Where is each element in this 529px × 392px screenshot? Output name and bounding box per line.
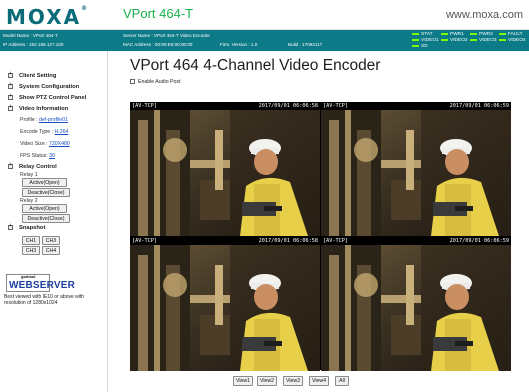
led-pwr1: PWR1 bbox=[441, 32, 464, 37]
led-stat: STAT bbox=[412, 32, 433, 37]
video-frame-image bbox=[321, 245, 511, 371]
encode-type-link[interactable]: H.264 bbox=[55, 129, 69, 135]
website-link[interactable]: www.moxa.com bbox=[446, 9, 523, 21]
stream-tag: [AV-TCP] bbox=[132, 103, 157, 109]
moxa-logo[interactable]: MOXA® bbox=[6, 5, 87, 29]
video-size-info: Video Size : 720X480 bbox=[20, 141, 70, 147]
server-name: Server Name : VPort 464-T Video Encoder bbox=[123, 33, 210, 38]
expand-icon bbox=[8, 82, 13, 89]
expand-icon bbox=[8, 93, 13, 100]
ip-address: IP Address : 192.168.127.100 bbox=[3, 42, 64, 47]
stream-tag: [AV-TCP] bbox=[323, 103, 348, 109]
build-number: Build : 17083117 bbox=[288, 42, 323, 47]
product-title: VPort 464-T bbox=[123, 6, 194, 21]
relay2-deactive-button[interactable]: Deactive(Close) bbox=[22, 214, 70, 223]
browser-note: Best viewed with IE10 or above with reso… bbox=[4, 294, 85, 306]
expand-icon bbox=[8, 71, 13, 78]
expand-icon bbox=[8, 162, 13, 169]
expand-icon bbox=[8, 223, 13, 230]
sidebar-item-system-configuration[interactable]: System Configuration bbox=[8, 82, 79, 90]
sidebar-item-video-information[interactable]: Video Information bbox=[8, 104, 68, 112]
led-indicator-icon bbox=[499, 32, 506, 35]
stream-timestamp: 2017/09/01 06:06:58 bbox=[258, 103, 318, 109]
stream-tag: [AV-TCP] bbox=[132, 238, 157, 244]
logo-registered-mark: ® bbox=[81, 5, 88, 12]
video-grid: [AV-TCP] 2017/09/01 06:06:58 [AV-TCP] 2017… bbox=[130, 102, 511, 371]
stream-tag: [AV-TCP] bbox=[323, 238, 348, 244]
enable-audio-option[interactable]: Enable Audio Post bbox=[130, 79, 180, 85]
relay2-active-button[interactable]: Active(Open) bbox=[22, 204, 67, 213]
snapshot-ch4-button[interactable]: CH4 bbox=[42, 246, 60, 255]
stream-timestamp: 2017/09/01 06:06:58 bbox=[258, 238, 318, 244]
video-channel-3[interactable]: [AV-TCP] 2017/09/01 06:06:58 bbox=[130, 237, 320, 371]
sidebar-item-client-setting[interactable]: Client Setting bbox=[8, 71, 56, 79]
led-pwr2: PWR2 bbox=[470, 32, 493, 37]
firmware-version: Firm. Version : 1.0 bbox=[220, 42, 258, 47]
video-channel-4[interactable]: [AV-TCP] 2017/09/01 06:06:59 bbox=[321, 237, 511, 371]
view1-button[interactable]: View1 bbox=[233, 376, 253, 386]
snapshot-ch2-button[interactable]: CH3 bbox=[42, 236, 60, 245]
view4-button[interactable]: View4 bbox=[309, 376, 329, 386]
video-frame-image bbox=[130, 245, 320, 371]
view2-button[interactable]: View2 bbox=[257, 376, 277, 386]
sidebar-item-snapshot[interactable]: Snapshot bbox=[8, 223, 45, 231]
model-name: Model Name : VPort 464-T bbox=[3, 33, 58, 38]
led-video1: VIDEO1 bbox=[412, 38, 439, 43]
encode-type-info: Encode Type : H.264 bbox=[20, 129, 69, 135]
fps-status-link[interactable]: 30 bbox=[49, 153, 55, 159]
relay1-active-button[interactable]: Active(Open) bbox=[22, 178, 67, 187]
fps-status-info: FPS Status: 30 bbox=[20, 153, 55, 159]
led-fault: FAULT bbox=[499, 32, 523, 37]
video-frame-image bbox=[321, 110, 511, 236]
mac-address: MAC Address : 00:90:E8:00:00:00 bbox=[123, 42, 193, 47]
led-indicator-icon bbox=[412, 38, 419, 41]
enable-audio-checkbox[interactable] bbox=[130, 79, 135, 85]
video-frame-image bbox=[130, 110, 320, 236]
profile-link[interactable]: def-profile01 bbox=[39, 117, 68, 123]
sidebar: Client Setting System Configuration Show… bbox=[0, 51, 108, 392]
device-info-bar: Model Name : VPort 464-T IP Address : 19… bbox=[0, 30, 529, 51]
logo-text: MOXA bbox=[6, 5, 82, 29]
relay1-deactive-button[interactable]: Deactive(Close) bbox=[22, 188, 70, 197]
view-all-button[interactable]: All bbox=[335, 376, 349, 386]
profile-info: Profile : def-profile01 bbox=[20, 117, 68, 123]
sidebar-item-show-ptz[interactable]: Show PTZ Control Panel bbox=[8, 93, 86, 101]
led-indicator-icon bbox=[441, 38, 448, 41]
sidebar-item-relay-control[interactable]: Relay Control bbox=[8, 162, 57, 170]
snapshot-ch3-button[interactable]: CH3 bbox=[22, 246, 40, 255]
led-video4: VIDEO4 bbox=[499, 38, 526, 43]
video-channel-1[interactable]: [AV-TCP] 2017/09/01 06:06:58 bbox=[130, 102, 320, 236]
led-video2: VIDEO2 bbox=[441, 38, 468, 43]
led-sd: SD bbox=[412, 44, 428, 49]
led-indicator-icon bbox=[412, 32, 419, 35]
stream-timestamp: 2017/09/01 06:06:59 bbox=[449, 238, 509, 244]
page-title: VPort 464 4-Channel Video Encoder bbox=[130, 57, 381, 74]
led-video3: VIDEO3 bbox=[470, 38, 497, 43]
video-size-link[interactable]: 720X480 bbox=[49, 141, 70, 147]
led-indicator-icon bbox=[499, 38, 506, 41]
led-indicator-icon bbox=[470, 38, 477, 41]
led-indicator-icon bbox=[441, 32, 448, 35]
snapshot-ch1-button[interactable]: CH1 bbox=[22, 236, 40, 245]
led-indicator-icon bbox=[470, 32, 477, 35]
stream-timestamp: 2017/09/01 06:06:59 bbox=[449, 103, 509, 109]
led-indicator-icon bbox=[412, 44, 419, 47]
video-channel-2[interactable]: [AV-TCP] 2017/09/01 06:06:59 bbox=[321, 102, 511, 236]
view3-button[interactable]: View3 bbox=[283, 376, 303, 386]
goahead-webserver-logo: goahead WEBSERVER bbox=[6, 274, 75, 292]
top-header: MOXA® VPort 464-T www.moxa.com bbox=[0, 0, 529, 30]
expand-icon bbox=[8, 104, 13, 111]
